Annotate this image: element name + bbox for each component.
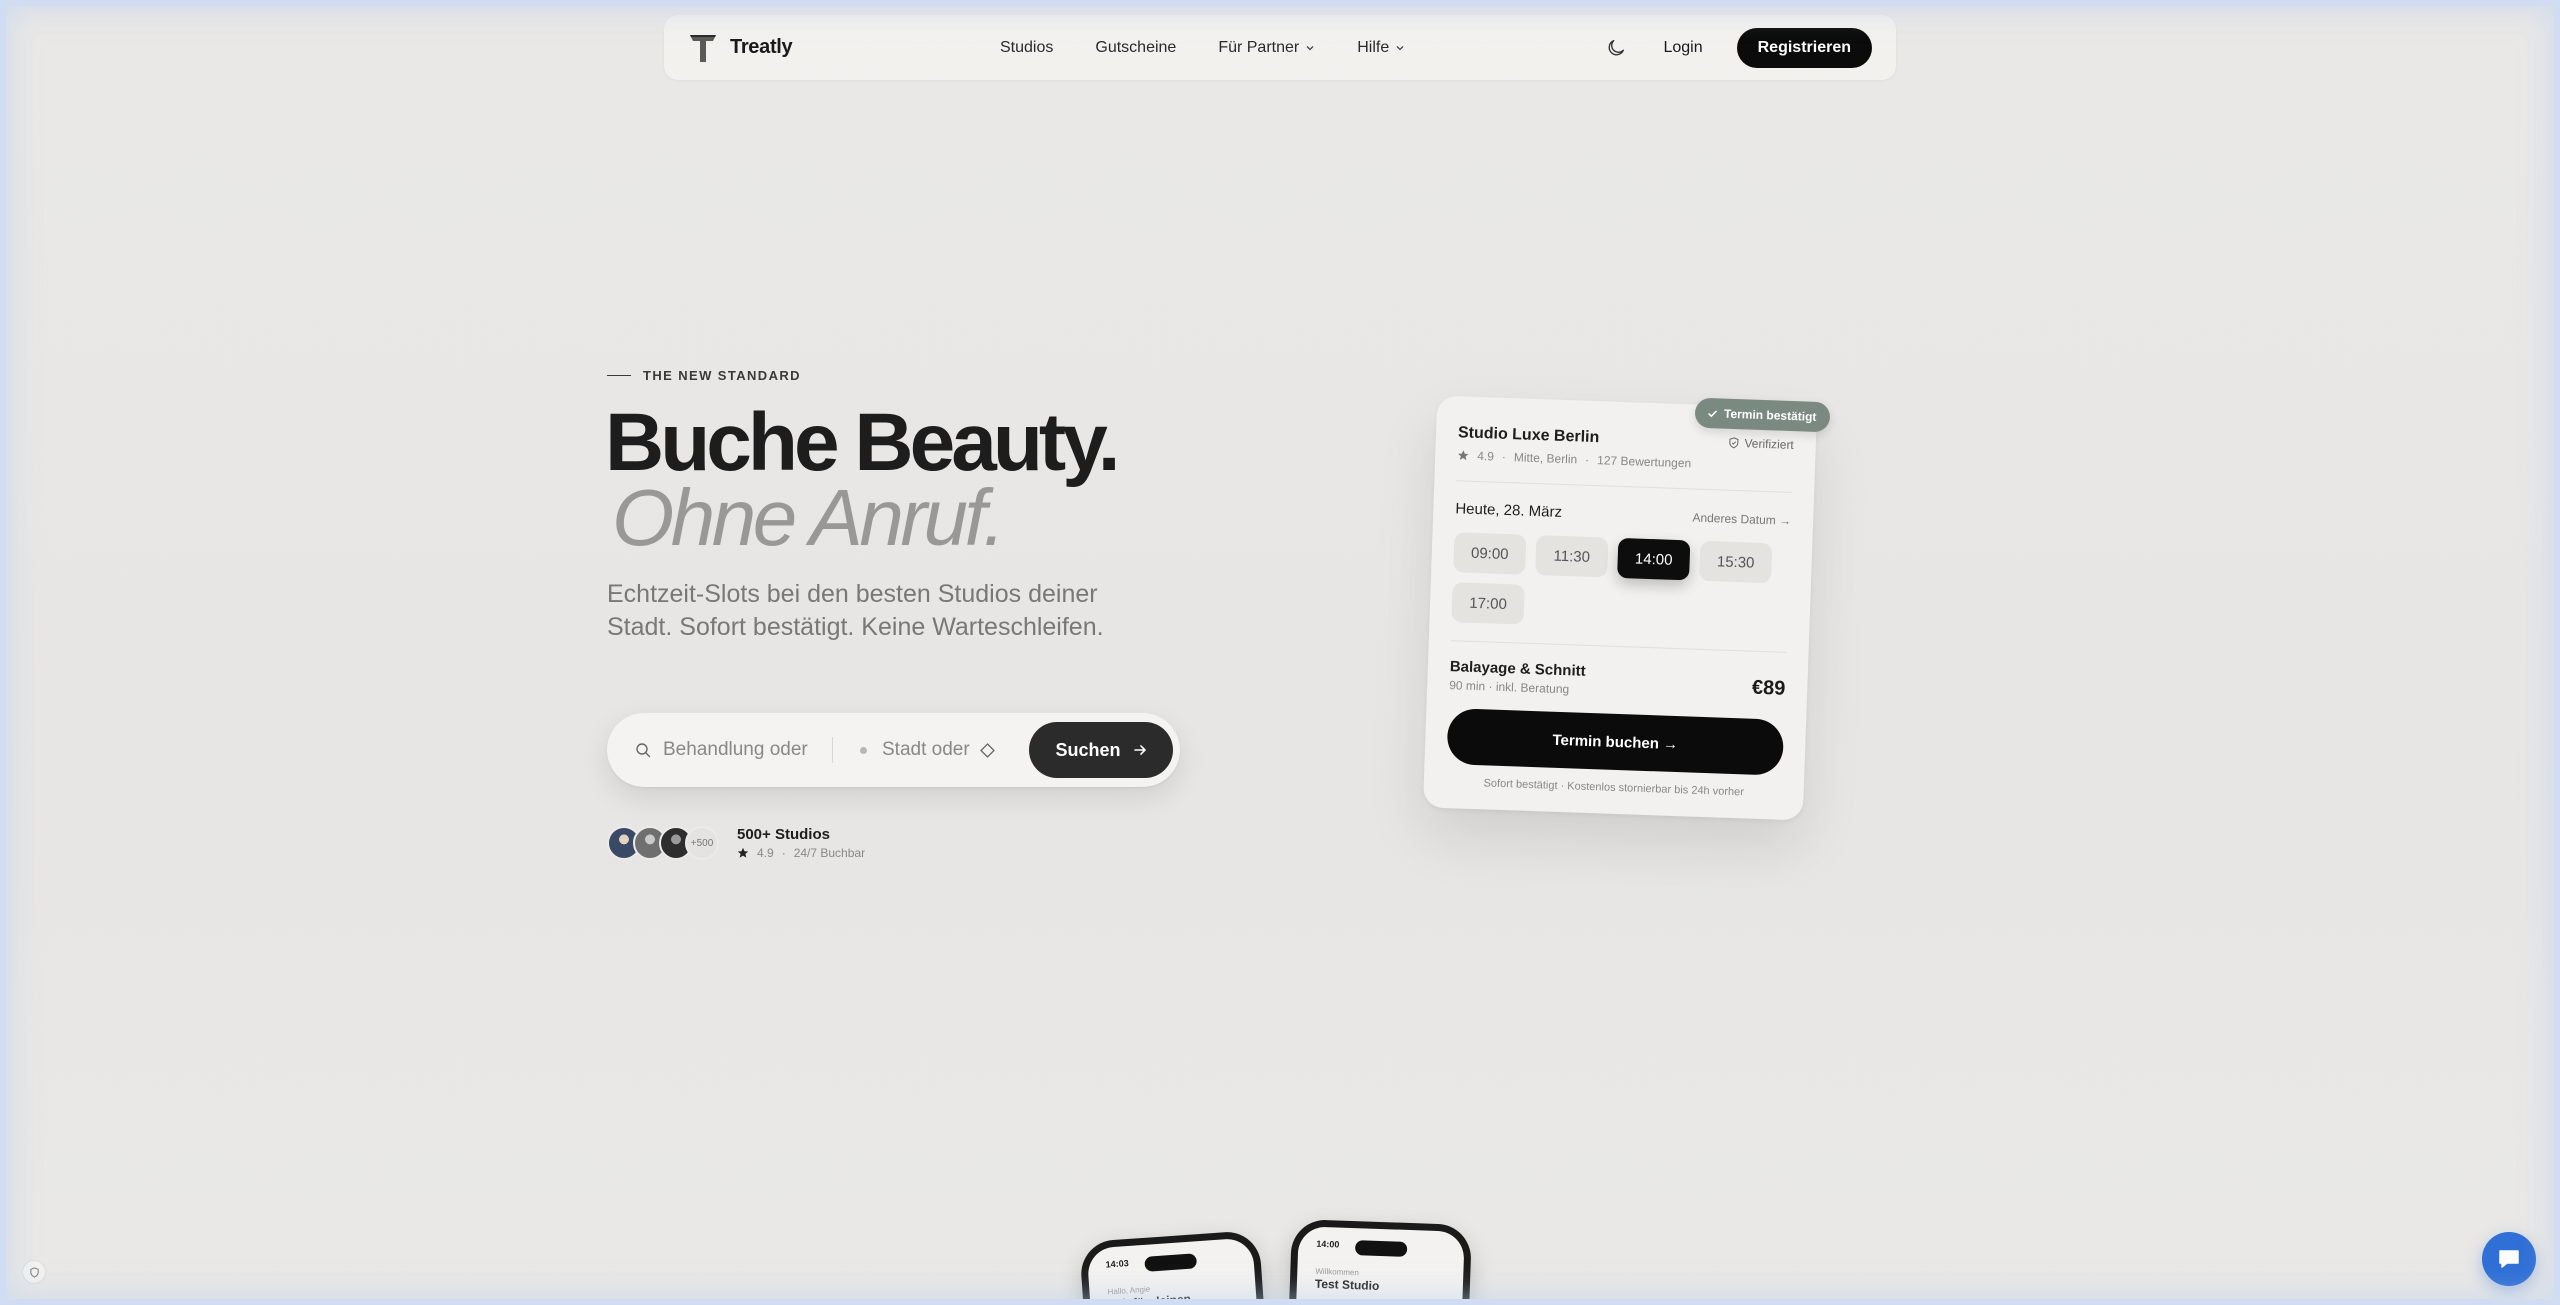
eyebrow-text: THE NEW STANDARD (643, 368, 801, 383)
treatment-search-input[interactable] (663, 735, 811, 765)
time-slot[interactable]: 11:30 (1535, 535, 1609, 578)
nav-link-label: Für Partner (1218, 38, 1300, 56)
nav-link-fuer-partner[interactable]: Für Partner (1218, 39, 1315, 57)
city-search-input[interactable] (882, 735, 974, 765)
meta-separator: · (1501, 449, 1507, 464)
booking-footnote: Sofort bestätigt · Kostenlos stornierbar… (1483, 777, 1745, 799)
hero-subtitle: Echtzeit-Slots bei den besten Studios de… (607, 580, 1104, 641)
phone-screen: 14:03 Hallo, Angie Zeit für deinen (1086, 1237, 1260, 1305)
location-dot-icon (860, 747, 867, 754)
star-icon (737, 847, 749, 858)
verified-badge: Verifiziert (1727, 436, 1794, 452)
arrow-right-icon (1133, 745, 1146, 755)
nav-link-label: Gutscheine (1095, 38, 1177, 56)
meta-separator: · (1584, 452, 1590, 467)
hero-headline: Buche Beauty. (605, 397, 1121, 488)
service-price: €89 (1751, 676, 1786, 700)
booking-card: Studio Luxe Berlin Verifiziert 4.9 · Mit… (1422, 395, 1818, 821)
chevron-down-icon (1306, 45, 1314, 50)
locate-me-icon[interactable] (979, 742, 996, 759)
time-slot[interactable]: 09:00 (1453, 532, 1527, 575)
divider (1456, 480, 1793, 493)
treatly-logo-icon (690, 34, 716, 62)
shield-icon (29, 1266, 39, 1278)
studio-meta: 4.9 · Mitte, Berlin · 127 Bewertungen (1457, 448, 1691, 470)
phone-screen: 14:00 Willkommen Test Studio (1295, 1226, 1465, 1305)
book-appointment-button[interactable]: Termin buchen → (1446, 708, 1785, 776)
nav-link-label: Studios (1000, 38, 1054, 56)
moon-icon[interactable] (1605, 37, 1627, 59)
shield-check-icon (1728, 437, 1739, 449)
brand-logo[interactable]: Treatly (688, 32, 793, 64)
login-link[interactable]: Login (1663, 39, 1702, 57)
register-button[interactable]: Registrieren (1736, 27, 1872, 68)
phone-time: 14:00 (1316, 1238, 1340, 1250)
service-meta: 90 min · inkl. Beratung (1448, 678, 1570, 697)
divider (1450, 640, 1787, 653)
search-button[interactable]: Suchen (1029, 722, 1173, 778)
time-slots: 09:00 11:30 14:00 15:30 17:00 (1451, 532, 1794, 634)
top-navbar: Treatly Studios Gutscheine Für Partner H… (664, 15, 1896, 80)
proof-availability: 24/7 Buchbar (793, 846, 866, 860)
other-date-link[interactable]: Anderes Datum → (1692, 510, 1791, 527)
phone-heading: Test Studio (1314, 1276, 1380, 1293)
check-icon (1708, 410, 1717, 417)
hero-headline-italic: Ohne Anruf. (612, 473, 1005, 562)
studio-reviews: 127 Bewertungen (1596, 453, 1692, 471)
confirmed-badge: Termin bestätigt (1694, 397, 1831, 433)
time-slot[interactable]: 15:30 (1698, 540, 1773, 584)
search-button-label: Suchen (1055, 739, 1121, 760)
search-bar: Suchen (607, 713, 1180, 787)
chat-bubble-icon (2499, 1250, 2519, 1268)
chevron-down-icon (1396, 45, 1404, 50)
studio-name: Studio Luxe Berlin (1457, 424, 1600, 447)
star-icon (1458, 450, 1469, 461)
meta-separator: · (781, 846, 786, 860)
proof-text: 500+ Studios 4.9 · 24/7 Buchbar (737, 826, 865, 860)
booking-date: Heute, 28. März (1455, 500, 1563, 521)
proof-meta: 4.9 · 24/7 Buchbar (737, 846, 865, 860)
nav-link-hilfe[interactable]: Hilfe (1357, 39, 1405, 57)
nav-actions: Login Registrieren (1605, 15, 1872, 80)
brand-name: Treatly (730, 36, 793, 58)
phone-greeting: Willkommen (1315, 1266, 1360, 1278)
hero-eyebrow: THE NEW STANDARD (607, 368, 801, 383)
verified-label: Verifiziert (1744, 436, 1795, 452)
time-slot-selected[interactable]: 14:00 (1617, 537, 1691, 581)
social-proof: +500 500+ Studios 4.9 · 24/7 Buchbar (607, 826, 865, 860)
phone-mockup: 14:03 Hallo, Angie Zeit für deinen (1079, 1229, 1267, 1305)
search-icon (636, 743, 651, 758)
avatar-count: +500 (685, 826, 719, 860)
main-nav: Studios Gutscheine Für Partner Hilfe (1000, 15, 1405, 80)
proof-title: 500+ Studios (737, 826, 830, 843)
dynamic-island (1354, 1240, 1408, 1257)
nav-link-studios[interactable]: Studios (1000, 39, 1053, 57)
studio-rating: 4.9 (1476, 448, 1495, 464)
studio-location: Mitte, Berlin (1513, 450, 1578, 467)
confirmed-badge-label: Termin bestätigt (1723, 406, 1817, 424)
chat-widget-button[interactable] (2482, 1232, 2536, 1286)
nav-link-gutscheine[interactable]: Gutscheine (1095, 39, 1176, 57)
avatar-stack: +500 (607, 826, 719, 860)
privacy-settings-button[interactable] (22, 1260, 46, 1284)
service-name: Balayage & Schnitt (1449, 658, 1586, 680)
browser-frame-glow (0, 0, 2560, 1305)
nav-link-label: Hilfe (1357, 38, 1390, 56)
proof-rating: 4.9 (757, 846, 774, 860)
dynamic-island (1144, 1253, 1198, 1272)
search-divider (832, 737, 833, 763)
phone-time: 14:03 (1105, 1258, 1129, 1270)
time-slot[interactable]: 17:00 (1451, 582, 1525, 625)
eyebrow-line (607, 374, 631, 377)
phone-mockup: 14:00 Willkommen Test Studio (1287, 1218, 1473, 1305)
